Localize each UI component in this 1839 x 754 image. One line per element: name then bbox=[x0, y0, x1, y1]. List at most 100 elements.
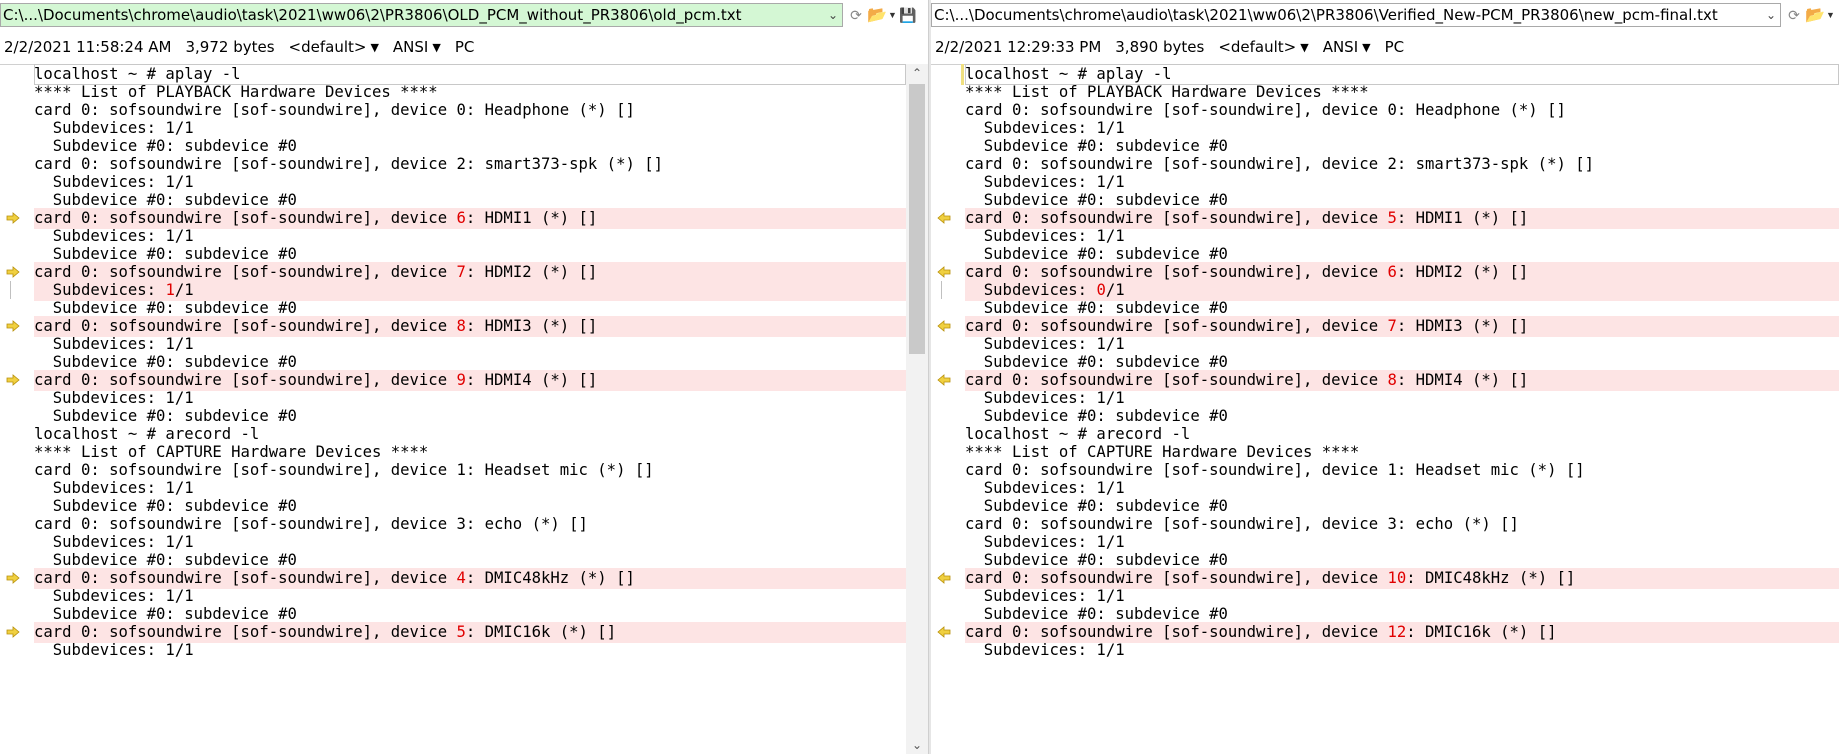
right-encoding-select[interactable]: ANSI bbox=[1323, 38, 1358, 56]
left-vertical-scrollbar[interactable]: ⌃ ⌄ bbox=[906, 64, 928, 754]
right-ruleset-select[interactable]: <default> bbox=[1218, 38, 1296, 56]
scrollbar-thumb[interactable] bbox=[909, 84, 925, 354]
line-segment: card 0: sofsoundwire [sof-soundwire], de… bbox=[965, 263, 1388, 281]
diff-highlight: 9 bbox=[456, 371, 466, 389]
diff-highlight: 7 bbox=[1387, 317, 1397, 335]
arrow-right-icon[interactable] bbox=[6, 212, 20, 224]
line-segment: Subdevices: bbox=[34, 281, 166, 299]
diff-highlight: 10 bbox=[1387, 569, 1407, 587]
diff-highlight: 12 bbox=[1387, 623, 1407, 641]
left-ruleset-select[interactable]: <default> bbox=[289, 38, 367, 56]
chevron-down-icon[interactable]: ⌄ bbox=[1762, 8, 1780, 22]
arrow-left-icon[interactable] bbox=[937, 374, 951, 386]
diff-highlight: 1 bbox=[165, 281, 175, 299]
line-gutter[interactable] bbox=[931, 640, 965, 661]
left-text-area[interactable]: localhost ~ # aplay -l **** List of PLAYB… bbox=[0, 64, 930, 754]
left-encoding-select[interactable]: ANSI bbox=[393, 38, 428, 56]
arrow-left-icon[interactable] bbox=[937, 626, 951, 638]
line-segment: Subdevice #0: subdevice #0 bbox=[34, 137, 297, 155]
right-text-area[interactable]: localhost ~ # aplay -l **** List of PLAYB… bbox=[931, 64, 1839, 754]
text-line[interactable]: Subdevices: 1/1 bbox=[931, 640, 1839, 661]
line-segment: Subdevices: 1/1 bbox=[965, 587, 1125, 605]
line-gutter[interactable] bbox=[0, 640, 34, 661]
arrow-right-icon[interactable] bbox=[6, 266, 20, 278]
line-segment: Subdevices: 1/1 bbox=[965, 119, 1125, 137]
open-folder-icon[interactable]: 📂 ▼ bbox=[867, 3, 897, 27]
right-path-text: C:\...\Documents\chrome\audio\task\2021\… bbox=[934, 6, 1718, 24]
line-segment: Subdevices: 1/1 bbox=[34, 173, 194, 191]
line-segment: card 0: sofsoundwire [sof-soundwire], de… bbox=[965, 317, 1388, 335]
line-segment: **** List of PLAYBACK Hardware Devices *… bbox=[965, 83, 1369, 101]
right-info-bar: 2/2/2021 12:29:33 PM 3,890 bytes <defaul… bbox=[931, 36, 1418, 58]
chevron-down-icon[interactable]: ⌄ bbox=[824, 8, 842, 22]
line-segment: localhost ~ # aplay -l bbox=[34, 65, 241, 83]
line-segment: card 0: sofsoundwire [sof-soundwire], de… bbox=[965, 209, 1388, 227]
left-info-bar: 2/2/2021 11:58:24 AM 3,972 bytes <defaul… bbox=[0, 36, 488, 58]
line-segment: Subdevice #0: subdevice #0 bbox=[34, 605, 297, 623]
right-timestamp: 2/2/2021 12:29:33 PM bbox=[935, 38, 1102, 56]
line-segment: card 0: sofsoundwire [sof-soundwire], de… bbox=[965, 155, 1595, 173]
line-segment: card 0: sofsoundwire [sof-soundwire], de… bbox=[965, 371, 1388, 389]
diff-highlight: 7 bbox=[456, 263, 466, 281]
line-text: Subdevices: 1/1 bbox=[965, 640, 1839, 661]
arrow-right-icon[interactable] bbox=[6, 320, 20, 332]
line-segment: Subdevices: 1/1 bbox=[34, 389, 194, 407]
line-segment: card 0: sofsoundwire [sof-soundwire], de… bbox=[965, 623, 1388, 641]
diff-highlight: 6 bbox=[1387, 263, 1397, 281]
diff-highlight: 4 bbox=[456, 569, 466, 587]
line-segment: : HDMI3 (*) [] bbox=[465, 317, 598, 335]
line-segment: Subdevices: 1/1 bbox=[965, 641, 1125, 659]
left-line-ending[interactable]: PC bbox=[455, 38, 475, 56]
line-segment: Subdevices: 1/1 bbox=[965, 479, 1125, 497]
arrow-right-icon[interactable] bbox=[6, 572, 20, 584]
line-segment: **** List of CAPTURE Hardware Devices **… bbox=[34, 443, 429, 461]
line-text: Subdevices: 1/1 bbox=[34, 640, 906, 661]
line-segment: localhost ~ # arecord -l bbox=[34, 425, 260, 443]
right-path-combobox[interactable]: C:\...\Documents\chrome\audio\task\2021\… bbox=[931, 3, 1781, 27]
diff-highlight: 8 bbox=[456, 317, 466, 335]
scroll-down-icon[interactable]: ⌄ bbox=[906, 736, 928, 754]
line-segment: localhost ~ # arecord -l bbox=[965, 425, 1191, 443]
line-segment: Subdevices: 1/1 bbox=[34, 533, 194, 551]
line-segment: card 0: sofsoundwire [sof-soundwire], de… bbox=[965, 461, 1585, 479]
line-segment: **** List of PLAYBACK Hardware Devices *… bbox=[34, 83, 438, 101]
line-segment: Subdevice #0: subdevice #0 bbox=[965, 137, 1228, 155]
left-path-combobox[interactable]: C:\...\Documents\chrome\audio\task\2021\… bbox=[0, 3, 843, 27]
reload-icon[interactable]: ⟳ bbox=[1781, 3, 1807, 27]
open-folder-icon[interactable]: 📂 ▼ bbox=[1805, 3, 1835, 27]
chevron-down-icon[interactable]: ▼ bbox=[432, 41, 440, 54]
right-path-bar: C:\...\Documents\chrome\audio\task\2021\… bbox=[931, 3, 1839, 27]
right-line-ending[interactable]: PC bbox=[1385, 38, 1405, 56]
chevron-down-icon[interactable]: ▼ bbox=[370, 41, 378, 54]
line-segment: Subdevice #0: subdevice #0 bbox=[965, 353, 1228, 371]
line-segment: card 0: sofsoundwire [sof-soundwire], de… bbox=[34, 623, 457, 641]
left-path-bar: C:\...\Documents\chrome\audio\task\2021\… bbox=[0, 3, 928, 27]
line-segment: Subdevice #0: subdevice #0 bbox=[34, 407, 297, 425]
chevron-down-icon[interactable]: ▼ bbox=[1362, 41, 1370, 54]
line-segment: card 0: sofsoundwire [sof-soundwire], de… bbox=[34, 515, 588, 533]
arrow-right-icon[interactable] bbox=[6, 626, 20, 638]
line-segment: card 0: sofsoundwire [sof-soundwire], de… bbox=[34, 263, 457, 281]
line-segment: : HDMI1 (*) [] bbox=[1396, 209, 1529, 227]
arrow-left-icon[interactable] bbox=[937, 266, 951, 278]
line-segment: card 0: sofsoundwire [sof-soundwire], de… bbox=[965, 569, 1388, 587]
chevron-down-icon[interactable]: ▼ bbox=[1300, 41, 1308, 54]
line-segment: : HDMI2 (*) [] bbox=[465, 263, 598, 281]
scroll-up-icon[interactable]: ⌃ bbox=[906, 64, 928, 82]
arrow-left-icon[interactable] bbox=[937, 572, 951, 584]
line-segment: card 0: sofsoundwire [sof-soundwire], de… bbox=[34, 461, 654, 479]
line-segment: Subdevices: bbox=[965, 281, 1097, 299]
reload-icon[interactable]: ⟳ bbox=[843, 3, 869, 27]
text-line[interactable]: Subdevices: 1/1 bbox=[0, 640, 906, 661]
line-segment: Subdevices: 1/1 bbox=[34, 479, 194, 497]
line-segment: : HDMI3 (*) [] bbox=[1396, 317, 1529, 335]
line-segment: Subdevice #0: subdevice #0 bbox=[34, 191, 297, 209]
line-segment: Subdevice #0: subdevice #0 bbox=[965, 605, 1228, 623]
arrow-left-icon[interactable] bbox=[937, 320, 951, 332]
line-segment: localhost ~ # aplay -l bbox=[965, 65, 1172, 83]
line-segment: Subdevices: 1/1 bbox=[34, 587, 194, 605]
save-icon[interactable]: 💾 bbox=[895, 3, 921, 27]
arrow-left-icon[interactable] bbox=[937, 212, 951, 224]
line-segment: card 0: sofsoundwire [sof-soundwire], de… bbox=[965, 515, 1519, 533]
arrow-right-icon[interactable] bbox=[6, 374, 20, 386]
